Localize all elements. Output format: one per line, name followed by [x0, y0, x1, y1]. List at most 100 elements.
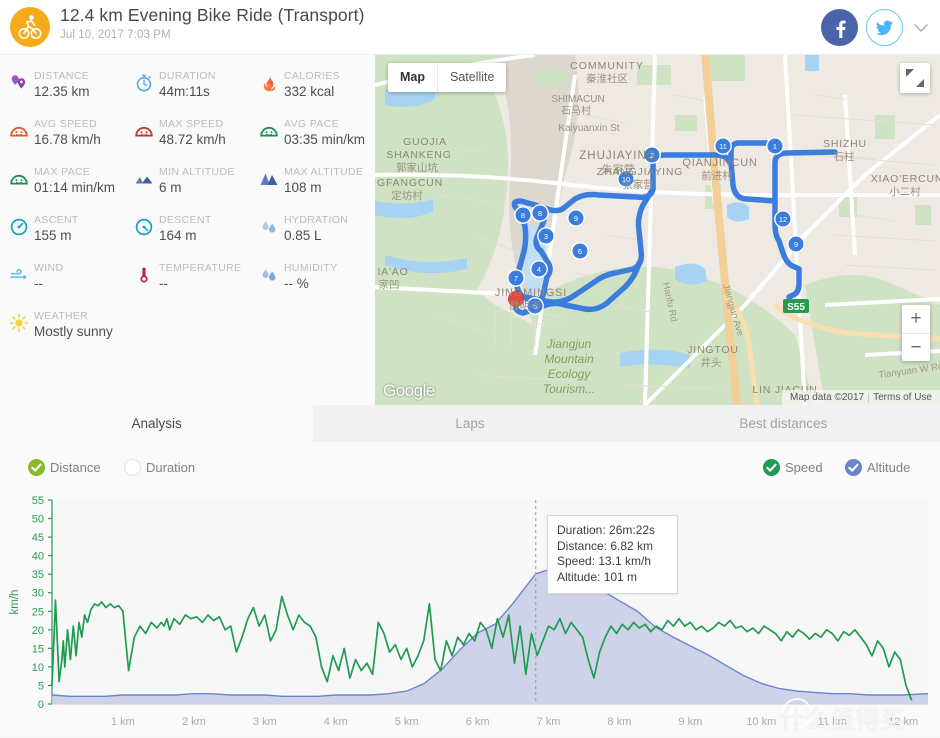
svg-text:张家营: 张家营 [622, 178, 654, 191]
stat-weather: WEATHER Mostly sunny [0, 305, 125, 353]
svg-text:9: 9 [574, 214, 578, 223]
y-tick-label: 5 [38, 680, 44, 692]
tab-analysis[interactable]: Analysis [0, 405, 314, 442]
analysis-chart[interactable]: 0 5 10 15 20 25 30 35 40 45 50 55 km/h 1 km 2 km 3 km 4 … [0, 492, 940, 738]
y-tick-label: 20 [32, 625, 44, 637]
pace-gauge-icon [8, 168, 30, 190]
y-tick-label: 0 [38, 699, 44, 711]
svg-text:QIANJINCUN: QIANJINCUN [682, 157, 757, 169]
stopwatch-icon [133, 72, 155, 94]
svg-text:S55: S55 [787, 302, 805, 313]
x-tick-label: 12 km [888, 716, 918, 728]
descent-dial-icon [133, 216, 155, 238]
page-title: 12.4 km Evening Bike Ride (Transport) [60, 5, 365, 25]
empty-circle-icon [124, 459, 141, 476]
humidity-icon [258, 264, 280, 286]
svg-text:SHIMACUN: SHIMACUN [551, 94, 604, 105]
stat-label: ASCENT [34, 214, 79, 226]
toggle-speed[interactable]: Speed [763, 459, 823, 476]
stat-value: 03:35 min/km [284, 132, 366, 147]
x-tick-label: 3 km [253, 716, 277, 728]
svg-text:石马村: 石马村 [561, 104, 591, 117]
stats-panel: DISTANCE 12.35 km DURATION 44m:11s CALOR… [0, 55, 375, 405]
map-type-satellite[interactable]: Satellite [437, 63, 506, 92]
stat-value: 0.85 L [284, 228, 322, 243]
x-tick-label: 5 km [395, 716, 419, 728]
svg-text:4: 4 [537, 265, 541, 274]
svg-text:11: 11 [719, 142, 727, 151]
svg-text:XIAO'ERCUN: XIAO'ERCUN [871, 173, 940, 185]
radio-duration[interactable]: Duration [124, 459, 195, 476]
tooltip-distance: Distance: 6.82 km [557, 538, 654, 553]
toggle-altitude[interactable]: Altitude [845, 459, 910, 476]
x-tick-label: 4 km [324, 716, 348, 728]
page-header: 12.4 km Evening Bike Ride (Transport) Ju… [0, 0, 940, 55]
svg-text:GUOJIA: GUOJIA [403, 136, 447, 148]
stat-label: AVG SPEED [34, 118, 98, 130]
svg-text:秦淮社区: 秦淮社区 [586, 72, 628, 85]
svg-text:Mountain: Mountain [544, 352, 594, 366]
svg-text:8: 8 [521, 211, 525, 220]
zoom-out-button[interactable]: − [902, 334, 930, 362]
x-tick-label: 9 km [678, 716, 702, 728]
water-drops-icon [258, 216, 280, 238]
stat-value: 164 m [159, 228, 197, 243]
stat-label: DURATION [159, 70, 216, 82]
svg-text:COMMUNITY: COMMUNITY [570, 60, 644, 72]
stat-value: 01:14 min/km [34, 180, 116, 195]
toggle-altitude-label: Altitude [867, 460, 911, 475]
detail-tabs[interactable]: Analysis Laps Best distances [0, 405, 940, 442]
tab-best-distances[interactable]: Best distances [626, 405, 940, 442]
radio-distance[interactable]: Distance [28, 459, 101, 476]
map-type-switcher[interactable]: Map Satellite [388, 63, 507, 92]
stat-value: 6 m [159, 180, 182, 195]
tooltip-duration: Duration: 26m:22s [557, 523, 656, 537]
map-attribution: Map data ©2017 Terms of Use [782, 390, 940, 405]
chart-controls: Distance Duration Speed Altitude [0, 442, 940, 492]
stat-temperature: TEMPERATURE -- [125, 257, 250, 305]
distance-pin-icon [8, 72, 30, 94]
map-data-credit: Map data ©2017 [790, 392, 865, 403]
stat-label: HYDRATION [284, 214, 349, 226]
map-type-map[interactable]: Map [388, 63, 437, 92]
stat-label: MAX ALTITUDE [284, 166, 364, 178]
stat-value: 155 m [34, 228, 72, 243]
stat-duration: DURATION 44m:11s [125, 65, 250, 113]
stat-max-pace: MAX PACE 01:14 min/km [0, 161, 125, 209]
stat-label: DISTANCE [34, 70, 90, 82]
chart-canvas: 0 5 10 15 20 25 30 35 40 45 50 55 km/h 1 km 2 km 3 km 4 … [0, 492, 940, 738]
twitter-share-button[interactable] [866, 9, 903, 46]
activity-detail-page: 12.4 km Evening Bike Ride (Transport) Ju… [0, 0, 940, 738]
route-map[interactable]: S55 1 2 3 8 8 4 5 6 7 9 10 11 12 9 COMMU… [375, 55, 940, 405]
svg-text:前进村: 前进村 [701, 169, 733, 182]
chevron-down-icon[interactable] [910, 18, 932, 38]
mountain-icon [258, 168, 280, 190]
x-tick-label: 7 km [537, 716, 561, 728]
svg-text:9: 9 [794, 240, 798, 249]
stat-label: TEMPERATURE [159, 262, 242, 274]
zoom-in-button[interactable]: + [902, 305, 930, 333]
fullscreen-icon[interactable] [900, 63, 930, 93]
svg-text:1: 1 [773, 142, 777, 151]
stat-label: HUMIDITY [284, 262, 338, 274]
stat-distance: DISTANCE 12.35 km [0, 65, 125, 113]
pace-gauge-icon [258, 120, 280, 142]
stat-label: CALORIES [284, 70, 340, 82]
terms-of-use-link[interactable]: Terms of Use [869, 392, 936, 403]
stat-label: MIN ALTITUDE [159, 166, 235, 178]
map-zoom-controls[interactable]: + − [902, 305, 930, 361]
svg-text:ZHUJIAYING: ZHUJIAYING [579, 150, 657, 162]
facebook-share-button[interactable] [821, 9, 858, 46]
stat-label: DESCENT [159, 214, 212, 226]
svg-text:小二村: 小二村 [889, 185, 921, 198]
y-tick-label: 15 [32, 643, 44, 655]
stat-value: 44m:11s [159, 84, 210, 99]
x-tick-label: 6 km [466, 716, 490, 728]
svg-text:石柱: 石柱 [834, 150, 855, 163]
stat-max-altitude: MAX ALTITUDE 108 m [250, 161, 375, 209]
y-tick-label: 25 [32, 606, 44, 618]
tab-laps[interactable]: Laps [313, 405, 627, 442]
radio-duration-label: Duration [146, 460, 196, 475]
x-tick-label: 10 km [746, 716, 776, 728]
y-tick-label: 40 [32, 551, 44, 563]
